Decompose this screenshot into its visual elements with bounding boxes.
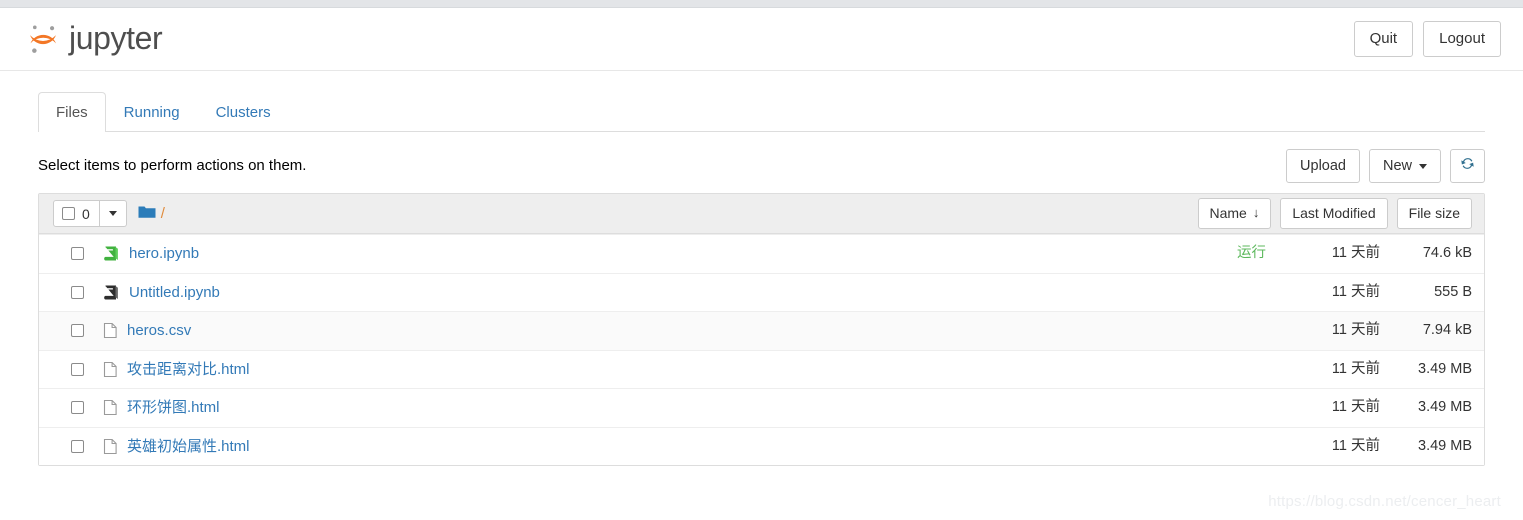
file-list-header-left: 0 /	[53, 200, 165, 227]
file-size: 3.49 MB	[1418, 399, 1472, 416]
running-status-badge[interactable]: 运行	[1237, 244, 1266, 263]
new-button-label: New	[1382, 157, 1412, 174]
file-icon	[103, 322, 118, 339]
watermark-text: https://blog.csdn.net/cencer_heart	[1268, 493, 1501, 510]
selected-count: 0	[82, 205, 90, 222]
table-row[interactable]: 英雄初始属性.html 11 天前 3.49 MB	[39, 426, 1484, 465]
row-checkbox[interactable]	[71, 324, 84, 338]
row-checkbox[interactable]	[71, 285, 84, 299]
row-checkbox[interactable]	[71, 247, 84, 261]
sort-by-file-size-button[interactable]: File size	[1396, 198, 1472, 229]
file-modified: 11 天前	[1331, 322, 1380, 339]
select-all-group: 0	[53, 200, 127, 227]
file-icon	[103, 438, 118, 455]
table-row[interactable]: hero.ipynb 运行 11 天前 74.6 kB	[39, 234, 1484, 273]
file-name-link[interactable]: Untitled.ipynb	[129, 283, 220, 303]
file-icon	[103, 361, 118, 378]
action-bar: Select items to perform actions on them.…	[0, 132, 1523, 184]
tab-running[interactable]: Running	[106, 92, 198, 132]
file-size: 3.49 MB	[1418, 360, 1472, 377]
file-modified: 11 天前	[1331, 437, 1380, 454]
row-checkbox[interactable]	[71, 401, 84, 415]
tab-files[interactable]: Files	[38, 92, 106, 132]
sort-by-name-button[interactable]: Name ↓	[1197, 198, 1272, 229]
file-icon	[103, 399, 118, 416]
tab-clusters[interactable]: Clusters	[198, 92, 289, 132]
refresh-icon	[1460, 156, 1475, 177]
jupyter-logo-icon	[24, 20, 62, 58]
page-header: jupyter Quit Logout	[0, 8, 1523, 71]
action-bar-buttons: Upload New	[1277, 148, 1485, 184]
arrow-down-icon: ↓	[1252, 205, 1260, 221]
file-list-sort-controls: Name ↓ Last Modified File size	[1197, 198, 1472, 229]
select-all-box[interactable]: 0	[53, 200, 100, 227]
file-modified: 11 天前	[1331, 245, 1380, 262]
folder-icon	[138, 205, 156, 223]
file-name-link[interactable]: 环形饼图.html	[127, 398, 220, 418]
file-name-link[interactable]: heros.csv	[127, 321, 191, 341]
file-size: 555 B	[1434, 283, 1472, 300]
table-row[interactable]: 攻击距离对比.html 11 天前 3.49 MB	[39, 349, 1484, 388]
row-checkbox[interactable]	[71, 362, 84, 376]
row-checkbox[interactable]	[71, 439, 84, 453]
logout-button[interactable]: Logout	[1423, 21, 1501, 57]
file-name-link[interactable]: hero.ipynb	[129, 244, 199, 264]
sort-name-label: Name	[1209, 205, 1247, 222]
file-modified: 11 天前	[1331, 283, 1380, 300]
sort-by-last-modified-button[interactable]: Last Modified	[1280, 198, 1388, 229]
upload-button[interactable]: Upload	[1286, 148, 1360, 184]
chevron-down-icon	[108, 211, 117, 216]
breadcrumb-root[interactable]: /	[161, 205, 165, 222]
file-size: 3.49 MB	[1418, 437, 1472, 454]
file-list: 0 / Name ↓ Last Modified File size hero.…	[38, 193, 1485, 466]
table-row[interactable]: Untitled.ipynb 11 天前 555 B	[39, 272, 1484, 311]
jupyter-brand[interactable]: jupyter	[24, 19, 163, 58]
file-size: 7.94 kB	[1422, 322, 1472, 339]
select-items-hint: Select items to perform actions on them.	[38, 157, 307, 175]
file-modified: 11 天前	[1331, 399, 1380, 416]
file-list-header: 0 / Name ↓ Last Modified File size	[39, 194, 1484, 234]
table-row[interactable]: 环形饼图.html 11 天前 3.49 MB	[39, 388, 1484, 427]
top-band	[0, 0, 1523, 8]
breadcrumb: /	[138, 205, 165, 223]
refresh-button[interactable]	[1450, 148, 1485, 184]
chevron-down-icon	[1419, 163, 1427, 169]
header-actions: Quit Logout	[1353, 21, 1501, 57]
notebook-icon	[103, 284, 120, 301]
file-size: 74.6 kB	[1422, 245, 1472, 262]
quit-button[interactable]: Quit	[1353, 21, 1414, 57]
file-modified: 11 天前	[1331, 360, 1380, 377]
notebook-icon	[103, 245, 120, 262]
tabs-container: Files Running Clusters	[0, 71, 1523, 132]
new-button[interactable]: New	[1368, 148, 1441, 184]
table-row[interactable]: heros.csv 11 天前 7.94 kB	[39, 311, 1484, 350]
brand-title: jupyter	[69, 19, 163, 56]
tab-list: Files Running Clusters	[38, 92, 1485, 132]
select-all-checkbox[interactable]	[62, 207, 75, 220]
file-name-link[interactable]: 攻击距离对比.html	[127, 360, 250, 380]
select-all-dropdown-button[interactable]	[99, 200, 127, 227]
file-name-link[interactable]: 英雄初始属性.html	[127, 437, 250, 457]
